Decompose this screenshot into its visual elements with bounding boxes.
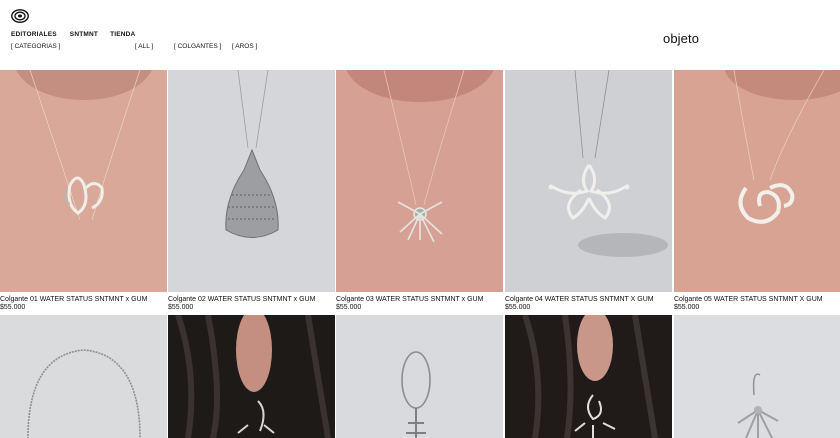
product-photo-pendant[interactable] (0, 70, 167, 292)
nav-tienda[interactable]: TIENDA (110, 31, 135, 38)
product-caption[interactable]: Colgante 02 WATER STATUS SNTMNT x GUM $5… (168, 296, 315, 312)
product-card[interactable] (674, 315, 840, 438)
product-title: Colgante 04 WATER STATUS SNTMNT X GUM (505, 296, 654, 303)
product-photo-earring[interactable] (168, 315, 335, 438)
filter-colgantes[interactable]: [ COLGANTES ] (174, 43, 221, 50)
product-card[interactable] (336, 315, 503, 438)
product-price: $55.000 (674, 304, 700, 311)
nav-editoriales[interactable]: EDITORIALES (11, 31, 57, 38)
product-photo-pendant[interactable] (336, 70, 503, 292)
product-price: $55.000 (168, 304, 194, 311)
product-photo-pendant[interactable] (674, 70, 840, 292)
product-card[interactable]: Colgante 01 WATER STATUS SNTMNT x GUM $5… (0, 70, 167, 315)
product-card[interactable]: Colgante 03 WATER STATUS SNTMNT x GUM $5… (336, 70, 503, 315)
site-header: EDITORIALES SNTMNT TIENDA [ CATEGORIAS ]… (0, 0, 840, 70)
product-photo-pendant[interactable] (168, 70, 335, 292)
filter-all[interactable]: [ ALL ] (135, 43, 153, 50)
product-caption[interactable]: Colgante 03 WATER STATUS SNTMNT x GUM $5… (336, 296, 483, 312)
product-card[interactable] (168, 315, 335, 438)
product-card[interactable] (0, 315, 167, 438)
product-card[interactable]: Colgante 02 WATER STATUS SNTMNT x GUM $5… (168, 70, 335, 315)
product-photo-earring[interactable] (505, 315, 672, 438)
filter-categorias[interactable]: [ CATEGORIAS ] (11, 43, 60, 50)
spiral-logo-icon[interactable] (11, 9, 29, 23)
product-price: $55.000 (0, 304, 26, 311)
product-card[interactable]: Colgante 05 WATER STATUS SNTMNT X GUM $5… (674, 70, 840, 315)
brand-wordmark[interactable]: objeto (663, 31, 699, 46)
product-photo-necklace[interactable] (0, 315, 167, 438)
product-caption[interactable]: Colgante 05 WATER STATUS SNTMNT X GUM $5… (674, 296, 823, 312)
product-price: $55.000 (336, 304, 362, 311)
nav-sntmnt[interactable]: SNTMNT (70, 31, 98, 38)
product-photo-pendant[interactable] (505, 70, 672, 292)
product-card[interactable] (505, 315, 672, 438)
product-card[interactable]: Colgante 04 WATER STATUS SNTMNT X GUM $5… (505, 70, 672, 315)
product-title: Colgante 02 WATER STATUS SNTMNT x GUM (168, 296, 316, 303)
product-title: Colgante 05 WATER STATUS SNTMNT X GUM (674, 296, 823, 303)
product-title: Colgante 03 WATER STATUS SNTMNT x GUM (336, 296, 484, 303)
product-title: Colgante 01 WATER STATUS SNTMNT x GUM (0, 296, 148, 303)
main-nav: EDITORIALES SNTMNT TIENDA (11, 31, 135, 38)
product-price: $55.000 (505, 304, 531, 311)
product-caption[interactable]: Colgante 01 WATER STATUS SNTMNT x GUM $5… (0, 296, 147, 312)
filter-aros[interactable]: [ AROS ] (232, 43, 257, 50)
product-caption[interactable]: Colgante 04 WATER STATUS SNTMNT X GUM $5… (505, 296, 654, 312)
product-photo-earring[interactable] (674, 315, 840, 438)
product-photo-earring[interactable] (336, 315, 503, 438)
